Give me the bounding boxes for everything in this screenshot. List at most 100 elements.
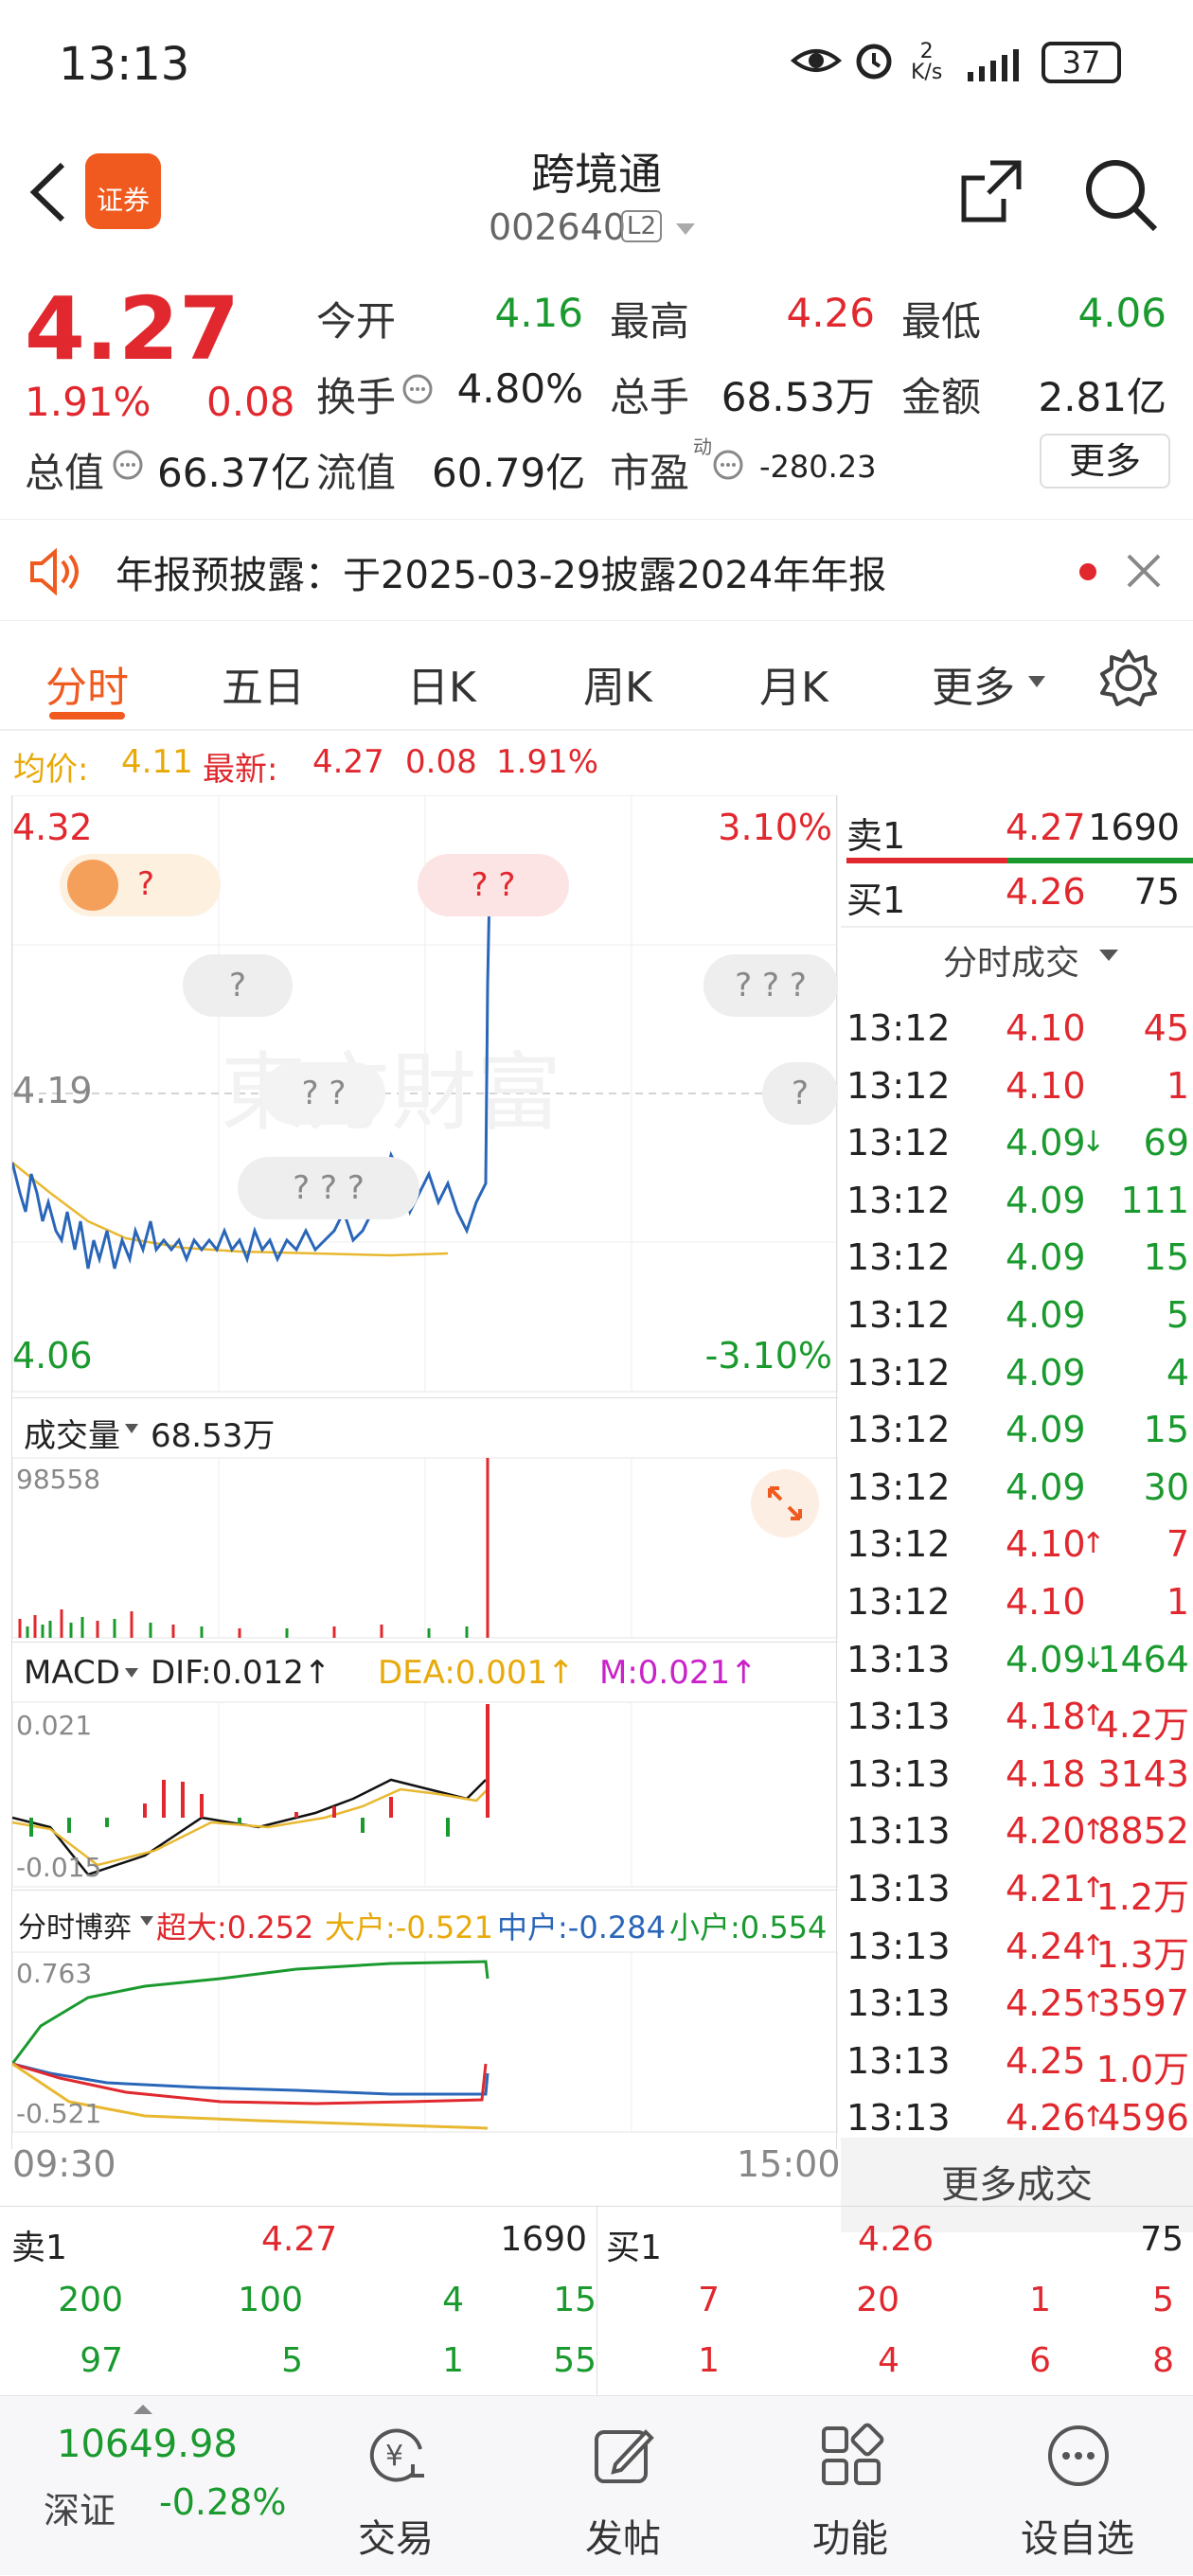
buy1-label: 买1 [846,879,906,921]
eye-icon [790,49,843,72]
chevron-down-icon[interactable] [139,1915,154,1927]
ticks-title[interactable]: 分时成交 [943,935,1079,985]
tick-price: 4.09 [1006,1179,1086,1221]
avg-price-bar: 均价: 4.11 最新: 4.27 0.08 1.91% [0,734,1193,792]
macd-header: MACD DIF:0.012↑ DEA:0.001↑ M:0.021↑ [12,1642,838,1700]
tick-price: 4.10 [1006,1064,1086,1107]
tick-price: 4.24 [1006,1925,1086,1967]
event-marker[interactable]: ? ? ? [703,954,838,1017]
tick-time: 13:13 [846,1925,951,1967]
order-book: 卖1 4.27 1690 买1 4.26 75 200 100 4 15 97 5 1 55 7… [0,2206,1193,2396]
tick-row: 13:13 4.09 ↓ 1464 [841,1631,1193,1688]
divider [841,926,1193,928]
tick-time: 13:13 [846,1868,951,1910]
macd-top-label: 0.021 [16,1710,93,1741]
volume-total: 68.53万 [151,1417,276,1455]
amount-value: 2.81亿 [1038,374,1166,420]
notice-bar[interactable]: 年报预披露：于2025-03-29披露2024年年报 [0,519,1193,621]
tick-time: 13:12 [846,1466,951,1508]
info-icon[interactable] [401,373,434,405]
tick-row: 13:12 4.09 ↓ 69 [841,1114,1193,1171]
edit-icon [595,2429,654,2483]
more-button[interactable]: 更多 [1040,434,1170,489]
event-marker[interactable]: ? ? [418,854,569,916]
macd-m: M:0.021↑ [599,1654,757,1692]
chart-area[interactable]: 東方財富 4.32 3.10% 4.19 4.06 -3.10% ? ? ? ?… [11,795,838,2185]
svg-text:¥: ¥ [385,2440,403,2473]
book-sell-detail: 1 [442,2341,464,2380]
tick-time: 13:13 [846,2039,951,2082]
tick-row: 13:12 4.10 ↑ 7 [841,1516,1193,1572]
tab-daily-k[interactable]: 日K [407,653,476,714]
event-marker[interactable]: ? [183,954,293,1017]
tick-row: 13:13 4.25 1.0万 [841,2033,1193,2090]
tick-row: 13:13 4.20 ↑ 8852 [841,1803,1193,1859]
turnover-label: 换手 [316,374,397,420]
latest-change: 0.08 [405,743,477,781]
tick-time: 13:13 [846,1752,951,1795]
event-marker[interactable]: ? [60,854,221,916]
volume-dropdown[interactable]: 成交量 [24,1410,120,1456]
search-icon[interactable] [1079,153,1161,235]
flow-big: 大户:-0.521 [325,1910,493,1945]
tick-volume: 3597 [1097,1982,1189,2025]
index-ticker[interactable]: 10649.98 深证 -0.28% [19,2396,286,2576]
gear-icon[interactable] [1098,648,1159,708]
book-buy-detail: 6 [1029,2341,1051,2380]
flow-bottom-label: -0.521 [16,2098,102,2129]
tick-price: 4.09 [1006,1351,1086,1394]
tick-direction: ↑ [1081,1527,1106,1561]
tick-price: 4.09 [1006,1638,1086,1680]
tick-volume: 3143 [1097,1752,1189,1795]
tab-five-day[interactable]: 五日 [222,653,305,714]
event-marker[interactable]: ? ? [262,1062,385,1125]
tab-more[interactable]: 更多 [932,653,1015,714]
nav-functions[interactable]: 功能 [756,2396,945,2576]
event-marker[interactable]: ? [762,1062,838,1125]
tick-volume: 69 [1143,1122,1189,1164]
tick-row: 13:12 4.09 15 [841,1229,1193,1286]
tick-price: 4.18 [1006,1696,1086,1738]
nav-post[interactable]: 发帖 [528,2396,718,2576]
more-dots-icon [1048,2425,1109,2486]
tick-row: 13:12 4.09 5 [841,1287,1193,1343]
avg-value: 4.11 [121,743,193,781]
chevron-down-icon[interactable] [124,1423,139,1434]
buy1-price: 4.26 [1006,871,1086,913]
tick-time: 13:12 [846,1064,951,1107]
low-label: 最低 [901,298,982,345]
chevron-down-icon[interactable] [674,222,697,237]
tick-volume: 5 [1166,1294,1189,1336]
close-icon[interactable] [1123,550,1165,592]
info-icon[interactable] [712,449,744,481]
time-end: 15:00 [737,2143,841,2185]
high-value: 4.26 [786,290,875,336]
tab-monthly-k[interactable]: 月K [759,653,828,714]
share-icon[interactable] [956,155,1028,227]
tick-price: 4.09 [1006,1409,1086,1451]
chevron-down-icon[interactable] [1098,949,1119,962]
flow-dropdown[interactable]: 分时博弈 [18,1904,132,1945]
book-buy-detail: 20 [856,2281,899,2319]
tick-volume: 15 [1143,1236,1189,1279]
expand-button[interactable] [751,1469,819,1537]
tab-intraday[interactable]: 分时 [45,653,129,714]
tick-time: 13:12 [846,1122,951,1164]
nav-watchlist[interactable]: 设自选 [983,2396,1172,2576]
flow-small: 小户:0.554 [669,1910,828,1945]
nav-trade[interactable]: ¥ 交易 [301,2396,490,2576]
tick-time: 13:12 [846,1581,951,1623]
book-sell-detail: 97 [80,2341,123,2380]
event-marker[interactable]: ? ? ? [238,1157,419,1219]
macd-dropdown[interactable]: MACD [24,1654,120,1692]
percent-axis-top: 3.10% [718,807,832,848]
chevron-down-icon[interactable] [124,1667,139,1679]
info-icon[interactable] [112,449,144,481]
turnover-value: 4.80% [456,365,583,412]
buy1-row: 买1 4.26 75 [841,863,1193,921]
tick-time: 13:12 [846,1294,951,1336]
tab-weekly-k[interactable]: 周K [583,653,652,714]
chevron-down-icon[interactable] [1026,674,1047,689]
level-badge[interactable]: L2 [621,210,663,242]
tick-time: 13:12 [846,1236,951,1279]
